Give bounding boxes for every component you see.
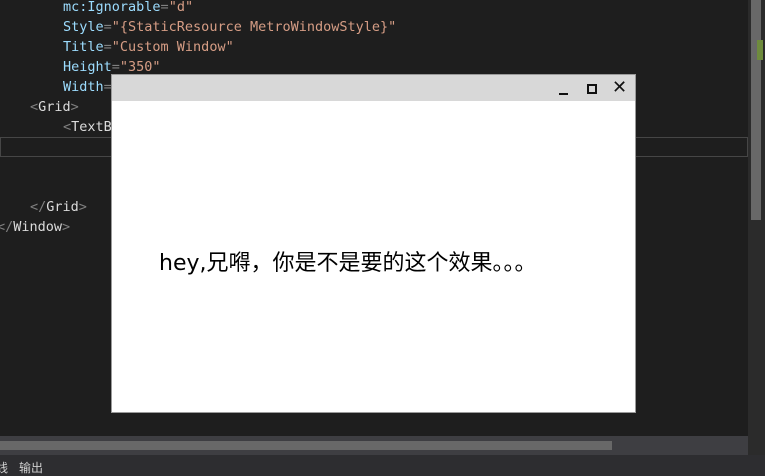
horizontal-scroll-thumb[interactable] <box>0 441 612 450</box>
maximize-button[interactable] <box>582 79 602 99</box>
code-line-style: Style="{StaticResource MetroWindowStyle}… <box>63 19 397 35</box>
window-content-text: hey,兄嘚，你是不是要的这个效果。。。 <box>159 251 537 276</box>
code-line-textblock: <TextB <box>63 119 112 135</box>
code-line-grid-open: <Grid> <box>30 99 79 115</box>
bottom-panel-bar <box>0 455 765 476</box>
scroll-corner <box>748 436 765 455</box>
minimize-button[interactable] <box>554 79 574 99</box>
minimize-icon <box>559 93 568 95</box>
change-marker <box>757 40 763 60</box>
custom-window: ✕ hey,兄嘚，你是不是要的这个效果。。。 <box>111 74 636 413</box>
code-line-title: Title="Custom Window" <box>63 39 234 55</box>
window-titlebar[interactable]: ✕ <box>112 75 635 101</box>
bottom-tab-partial[interactable]: 线 <box>0 459 8 476</box>
bottom-tab-output[interactable]: 输出 <box>19 459 43 476</box>
code-line-width: Width= <box>63 79 112 95</box>
code-line-ignorable: mc:Ignorable="d" <box>63 0 194 15</box>
vertical-scroll-thumb[interactable] <box>751 0 761 220</box>
code-line-window-close: </Window> <box>0 219 71 235</box>
maximize-icon <box>587 84 597 94</box>
code-line-grid-close: </Grid> <box>30 199 87 215</box>
close-icon: ✕ <box>612 77 628 98</box>
close-button[interactable]: ✕ <box>610 77 630 99</box>
